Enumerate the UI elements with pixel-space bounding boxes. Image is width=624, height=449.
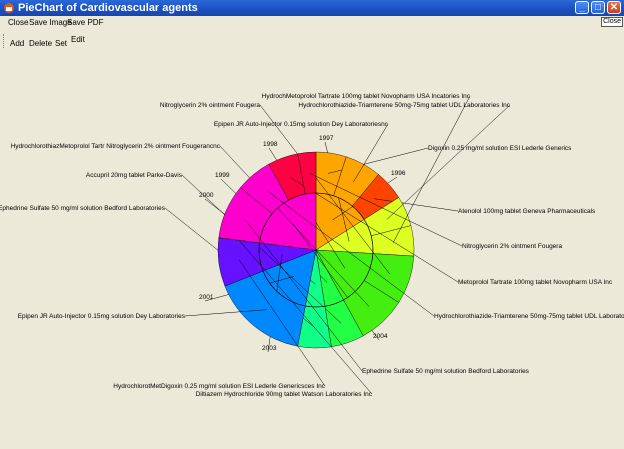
outer-slice-label: Hydrochlorothiazide-Triamterene 50mg-75m… — [434, 313, 624, 320]
outer-slice-label: Epipen JR Auto-Injector 0.15mg solution … — [18, 313, 186, 320]
outer-slice-label: HydrochMetoprolol Tartrate 100mg tablet … — [262, 93, 471, 100]
outer-slice-label: Nitroglycerin 2% ointment Fougera — [462, 243, 562, 250]
outer-slice-label: HydrochlorotMetDigoxin 0.25 mg/ml soluti… — [113, 383, 325, 390]
sunburst-chart: 19961997199819992000200120032004Digoxin … — [0, 93, 624, 398]
outer-slice-label: Accupril 20mg tablet Parke-Davis — [86, 172, 183, 179]
outer-leader-line — [386, 104, 511, 220]
inner-slice-label: 1997 — [319, 135, 334, 142]
outer-slice-label: HydrochlorothiazMetoprolol Tartr Nitrogl… — [11, 143, 221, 150]
inner-slice-label: 2003 — [262, 345, 277, 352]
outer-slice-label: Hydrochlorothiazide-Triamterene 50mg-75m… — [298, 102, 510, 109]
inner-slice-label: 2004 — [373, 333, 388, 340]
outer-slice-label: Epipen JR Auto-Injector 0.15mg solution … — [214, 121, 389, 128]
outer-slice-label: Atenolol 100mg tablet Geneva Pharmaceuti… — [458, 208, 596, 215]
inner-slice-label: 1996 — [391, 170, 406, 177]
outer-slice-label: Ephedrine Sulfate 50 mg/ml solution Bedf… — [362, 368, 530, 375]
outer-slice-label: Digoxin 0.25 mg/ml solution ESI Lederle … — [428, 145, 572, 152]
inner-slice-label: 1998 — [263, 141, 278, 148]
inner-slice-label: 2001 — [199, 294, 214, 301]
outer-slice-label: Metoprolol Tartrate 100mg tablet Novopha… — [458, 279, 613, 286]
outer-slice-label: Nitroglycerin 2% ointment Fougera — [160, 102, 260, 109]
inner-slice-label: 1999 — [215, 172, 230, 179]
outer-slice-label: Diltiazem Hydrochloride 90mg tablet Wats… — [196, 391, 373, 398]
outer-slice-label: Ephedrine Sulfate 50 mg/ml solution Bedf… — [0, 205, 166, 212]
